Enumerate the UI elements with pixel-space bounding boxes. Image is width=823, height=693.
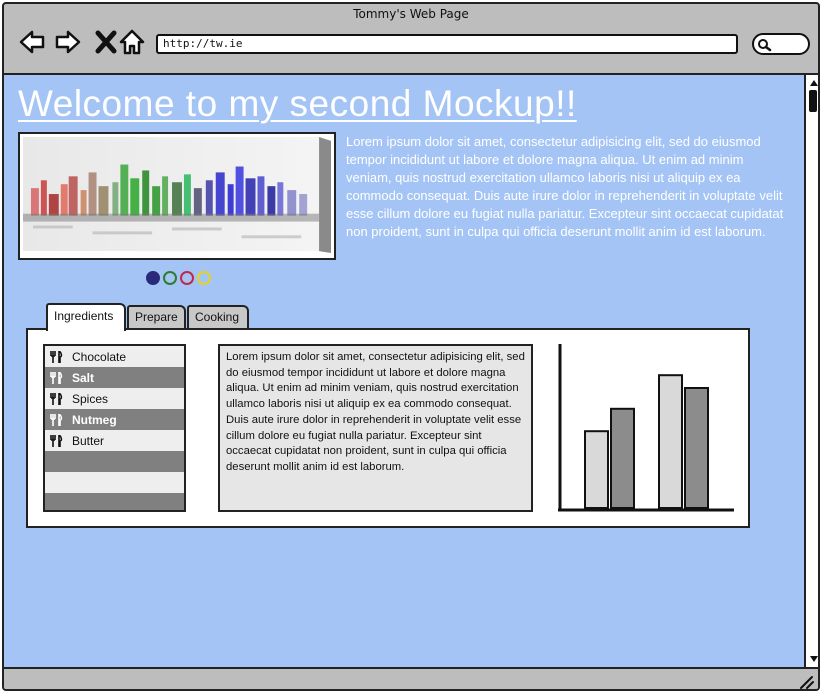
carousel-dot[interactable] — [180, 271, 194, 285]
tab-prepare[interactable]: Prepare — [127, 305, 186, 329]
list-item-label: Nutmeg — [72, 412, 117, 427]
tab-panel: Chocolate Salt Spices Nutmeg Butter Lore… — [26, 328, 750, 528]
hero-image — [18, 132, 336, 260]
list-item[interactable]: Butter — [45, 430, 184, 451]
list-item-label: Spices — [72, 391, 109, 406]
fork-knife-icon — [50, 413, 63, 426]
list-item[interactable]: Nutmeg — [45, 409, 184, 430]
url-input[interactable]: http://tw.ie — [156, 34, 738, 54]
browser-toolbar: http://tw.ie — [4, 24, 818, 72]
scroll-thumb[interactable] — [809, 90, 817, 112]
fork-knife-icon — [50, 371, 63, 384]
list-item[interactable]: Salt — [45, 367, 184, 388]
fork-knife-icon — [50, 434, 63, 447]
page-title: Welcome to my second Mockup!! — [18, 83, 577, 124]
back-arrow-icon[interactable] — [18, 28, 46, 56]
vertical-scrollbar[interactable] — [804, 73, 819, 667]
chart-bar — [684, 387, 709, 509]
panel-text-area: Lorem ipsum dolor sit amet, consectetur … — [218, 344, 533, 512]
chart-bar — [584, 430, 609, 509]
stop-x-icon[interactable] — [92, 28, 120, 56]
carousel-dot[interactable] — [197, 271, 211, 285]
carousel-dot[interactable] — [146, 271, 160, 285]
fork-knife-icon — [50, 350, 63, 363]
page-viewport: Welcome to my second Mockup!! Lorem ipsu… — [4, 73, 804, 667]
chart-bar — [658, 374, 683, 510]
scroll-up-icon[interactable] — [809, 78, 819, 88]
list-item-empty — [45, 493, 184, 510]
list-item-label: Chocolate — [72, 349, 127, 364]
home-icon[interactable] — [118, 28, 146, 56]
chart-bar — [610, 407, 635, 509]
list-item-label: Salt — [72, 370, 95, 385]
list-item[interactable]: Chocolate — [45, 346, 184, 367]
list-item[interactable]: Spices — [45, 388, 184, 409]
list-item-empty — [45, 451, 184, 472]
tab-ingredients[interactable]: Ingredients — [46, 303, 126, 331]
bar-chart — [558, 344, 734, 512]
tab-cooking[interactable]: Cooking — [187, 305, 249, 329]
resize-grip-icon[interactable] — [798, 675, 814, 689]
window-title: Tommy's Web Page — [353, 7, 469, 21]
list-item-label: Butter — [72, 433, 105, 448]
intro-paragraph: Lorem ipsum dolor sit amet, consectetur … — [346, 134, 784, 239]
fork-knife-icon — [50, 392, 63, 405]
scroll-down-icon[interactable] — [809, 654, 819, 664]
list-item-empty — [45, 472, 184, 493]
search-icon — [758, 39, 772, 52]
forward-arrow-icon[interactable] — [54, 28, 82, 56]
browser-window: Tommy's Web Page http://tw.ie Welcome to… — [2, 2, 820, 691]
search-field[interactable] — [752, 33, 810, 55]
carousel-dot[interactable] — [163, 271, 177, 285]
carousel-indicator — [146, 271, 211, 285]
status-bar — [4, 667, 818, 689]
city-skyline-image — [23, 137, 331, 254]
ingredient-list[interactable]: Chocolate Salt Spices Nutmeg Butter — [43, 344, 186, 512]
